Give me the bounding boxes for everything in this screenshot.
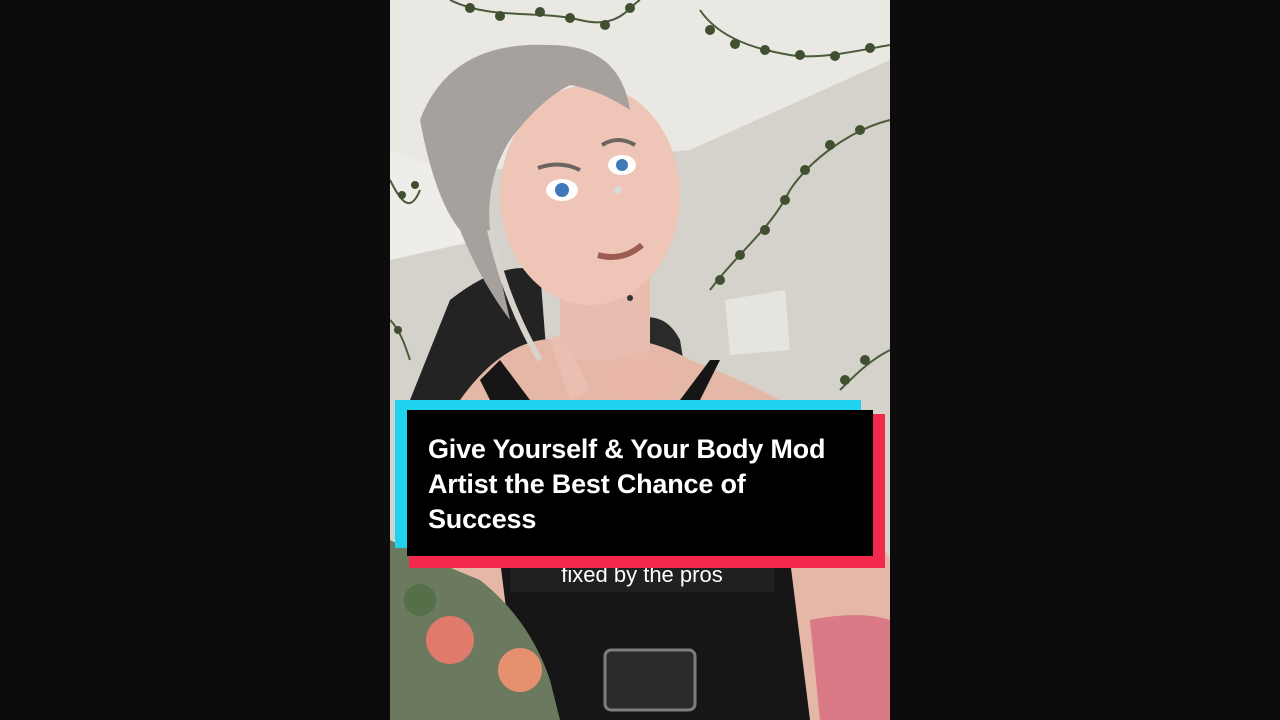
title-card-box: Give Yourself & Your Body Mod Artist the…: [407, 410, 873, 556]
title-card-text: Give Yourself & Your Body Mod Artist the…: [428, 434, 826, 534]
video-frame[interactable]: [390, 0, 890, 720]
letterbox-right: [890, 0, 1280, 720]
letterbox-left: [0, 0, 390, 720]
video-scene: [390, 0, 890, 720]
title-card: Give Yourself & Your Body Mod Artist the…: [395, 400, 885, 568]
